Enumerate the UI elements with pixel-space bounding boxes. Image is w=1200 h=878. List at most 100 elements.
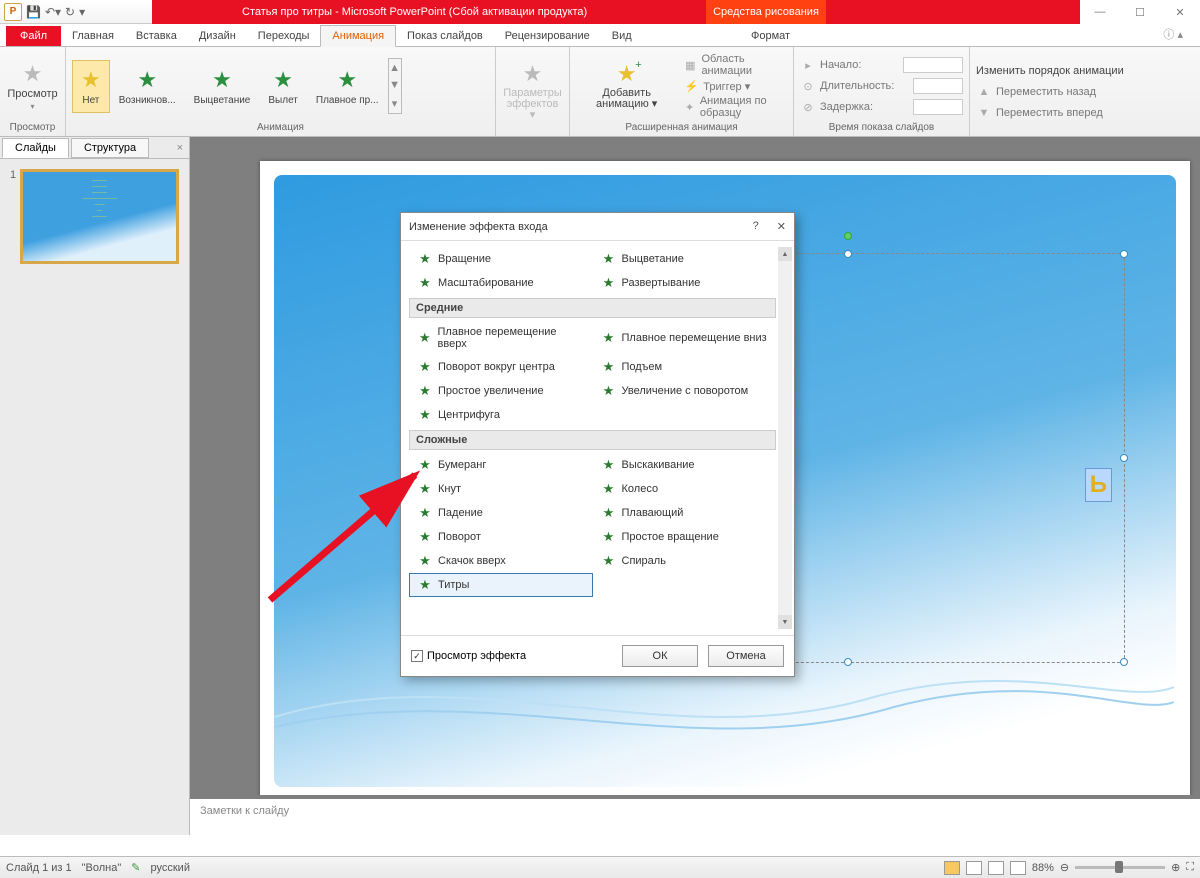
fit-icon[interactable]: ⛶ bbox=[1186, 861, 1194, 874]
dialog-title: Изменение эффекта входа bbox=[409, 221, 548, 233]
tab-transitions[interactable]: Переходы bbox=[247, 26, 321, 46]
tab-view[interactable]: Вид bbox=[601, 26, 643, 46]
effect-item[interactable]: ★Простое увеличение bbox=[409, 379, 593, 403]
effect-item[interactable]: ★Спираль bbox=[593, 549, 777, 573]
effect-item[interactable]: ★Плавное перемещение вверх bbox=[409, 321, 593, 355]
effect-item[interactable]: ★Подъем bbox=[593, 355, 777, 379]
panel-close-icon[interactable]: × bbox=[177, 142, 183, 154]
view-normal[interactable] bbox=[944, 861, 960, 875]
timing-start[interactable]: ▸Начало: bbox=[800, 55, 963, 75]
sidetab-slides[interactable]: Слайды bbox=[2, 138, 69, 158]
minimize-button[interactable]: — bbox=[1080, 0, 1120, 24]
spellcheck-icon[interactable]: ✎ bbox=[131, 861, 140, 874]
ribbon-help-icon[interactable]: ⓘ ▴ bbox=[1152, 22, 1194, 46]
anim-float[interactable]: ★Плавное пр... bbox=[307, 60, 388, 113]
reorder-title: Изменить порядок анимации bbox=[976, 61, 1124, 81]
tab-format[interactable]: Формат bbox=[740, 26, 801, 46]
group-preview: Просмотр bbox=[6, 122, 59, 134]
zoom-level[interactable]: 88% bbox=[1032, 862, 1054, 874]
dialog-close-icon[interactable]: ✕ bbox=[777, 220, 786, 233]
save-icon[interactable]: 💾 bbox=[26, 5, 41, 19]
handle-n[interactable] bbox=[844, 250, 852, 258]
gallery-scroll[interactable]: ▲▼▾ bbox=[388, 58, 402, 114]
tab-design[interactable]: Дизайн bbox=[188, 26, 247, 46]
effect-options-button: ★Параметры эффектов ▾ bbox=[502, 58, 563, 125]
close-button[interactable]: ✕ bbox=[1160, 0, 1200, 24]
visible-text-fragment: Ь bbox=[1085, 468, 1112, 502]
effect-item[interactable]: ★Выцветание bbox=[593, 247, 777, 271]
dialog-help-icon[interactable]: ? bbox=[753, 220, 759, 233]
sidetab-structure[interactable]: Структура bbox=[71, 138, 149, 158]
animation-pane-button[interactable]: ▦Область анимации bbox=[683, 55, 787, 75]
zoom-out-icon[interactable]: ⊖ bbox=[1060, 861, 1069, 874]
effect-item[interactable]: ★Плавное перемещение вниз bbox=[593, 321, 777, 355]
slide-thumb-1[interactable]: 1 —————————————————————— bbox=[10, 169, 179, 264]
effect-item[interactable]: ★Поворот bbox=[409, 525, 593, 549]
effect-item[interactable]: ★Масштабирование bbox=[409, 271, 593, 295]
view-reading[interactable] bbox=[988, 861, 1004, 875]
group-ext-animation: Расширенная анимация bbox=[576, 122, 787, 134]
status-slide: Слайд 1 из 1 bbox=[6, 862, 72, 874]
effect-item-credits[interactable]: ★Титры bbox=[409, 573, 593, 597]
redo-icon[interactable]: ↻ bbox=[65, 5, 75, 19]
cancel-button[interactable]: Отмена bbox=[708, 645, 784, 667]
qat-more-icon[interactable]: ▾ bbox=[79, 5, 85, 19]
tab-home[interactable]: Главная bbox=[61, 26, 125, 46]
preview-effect-checkbox[interactable]: ✓Просмотр эффекта bbox=[411, 650, 526, 663]
trigger-button[interactable]: ⚡Триггер ▾ bbox=[683, 76, 787, 96]
group-animation: Анимация bbox=[72, 122, 489, 134]
rotate-handle[interactable] bbox=[844, 232, 852, 240]
effect-item[interactable]: ★Колесо bbox=[593, 477, 777, 501]
handle-e[interactable] bbox=[1120, 454, 1128, 462]
effect-item[interactable]: ★Развертывание bbox=[593, 271, 777, 295]
anim-appear[interactable]: ★Возникнов... bbox=[110, 60, 185, 113]
preview-button[interactable]: ★Просмотр▾ bbox=[6, 58, 59, 115]
add-animation-button[interactable]: ★+Добавить анимацию ▾ bbox=[576, 58, 677, 114]
group-timing: Время показа слайдов bbox=[800, 122, 963, 134]
window-title: Статья про титры - Microsoft PowerPoint … bbox=[152, 0, 1200, 24]
tab-slideshow[interactable]: Показ слайдов bbox=[396, 26, 494, 46]
anim-fade[interactable]: ★Выцветание bbox=[185, 60, 260, 113]
view-slideshow[interactable] bbox=[1010, 861, 1026, 875]
effect-item[interactable]: ★Простое вращение bbox=[593, 525, 777, 549]
effect-item[interactable]: ★Поворот вокруг центра bbox=[409, 355, 593, 379]
anim-none[interactable]: ★Нет bbox=[72, 60, 110, 113]
thumb-number: 1 bbox=[10, 169, 16, 264]
contextual-tab-label: Средства рисования bbox=[706, 0, 826, 24]
undo-icon[interactable]: ↶▾ bbox=[45, 5, 61, 19]
ok-button[interactable]: ОК bbox=[622, 645, 698, 667]
handle-s[interactable] bbox=[844, 658, 852, 666]
dialog-scrollbar[interactable]: ▲▼ bbox=[778, 247, 792, 629]
status-language[interactable]: русский bbox=[151, 862, 190, 874]
animation-painter-button: ✦Анимация по образцу bbox=[683, 97, 787, 117]
handle-ne[interactable] bbox=[1120, 250, 1128, 258]
status-theme: "Волна" bbox=[82, 862, 122, 874]
handle-se[interactable] bbox=[1120, 658, 1128, 666]
zoom-in-icon[interactable]: ⊕ bbox=[1171, 861, 1180, 874]
notes-pane[interactable]: Заметки к слайду bbox=[190, 795, 1200, 835]
zoom-slider[interactable] bbox=[1075, 866, 1165, 869]
effect-item[interactable]: ★Центрифуга bbox=[409, 403, 593, 427]
timing-duration[interactable]: ⊙Длительность: bbox=[800, 76, 963, 96]
effect-item[interactable]: ★Вращение bbox=[409, 247, 593, 271]
tab-review[interactable]: Рецензирование bbox=[494, 26, 601, 46]
effect-item[interactable]: ★Кнут bbox=[409, 477, 593, 501]
effect-item[interactable]: ★Скачок вверх bbox=[409, 549, 593, 573]
effect-item[interactable]: ★Выскакивание bbox=[593, 453, 777, 477]
timing-delay[interactable]: ⊘Задержка: bbox=[800, 97, 963, 117]
tab-animation[interactable]: Анимация bbox=[320, 25, 396, 47]
tab-file[interactable]: Файл bbox=[6, 26, 61, 46]
dialog-titlebar[interactable]: Изменение эффекта входа ? ✕ bbox=[401, 213, 794, 241]
tab-insert[interactable]: Вставка bbox=[125, 26, 188, 46]
slides-panel: Слайды Структура × 1 ———————————————————… bbox=[0, 137, 190, 835]
maximize-button[interactable]: ☐ bbox=[1120, 0, 1160, 24]
effect-item[interactable]: ★Падение bbox=[409, 501, 593, 525]
category-exciting: Сложные bbox=[409, 430, 776, 450]
anim-fly[interactable]: ★Вылет bbox=[259, 60, 307, 113]
effect-item[interactable]: ★Плавающий bbox=[593, 501, 777, 525]
view-sorter[interactable] bbox=[966, 861, 982, 875]
effect-item[interactable]: ★Бумеранг bbox=[409, 453, 593, 477]
effect-item[interactable]: ★Увеличение с поворотом bbox=[593, 379, 777, 403]
ribbon: ★Просмотр▾ Просмотр ★Нет ★Возникнов... ★… bbox=[0, 47, 1200, 137]
status-bar: Слайд 1 из 1 "Волна" ✎ русский 88% ⊖ ⊕ ⛶ bbox=[0, 856, 1200, 878]
